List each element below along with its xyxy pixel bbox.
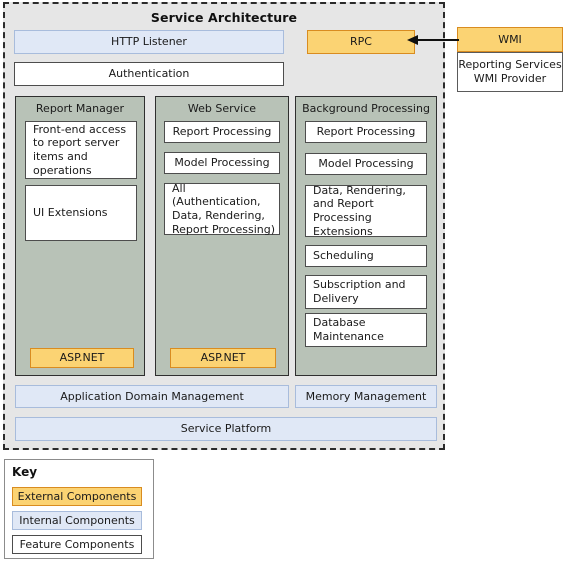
- web-service-footer-label: ASP.NET: [200, 351, 246, 365]
- background-item-label: Data, Rendering, and Report Processing E…: [313, 183, 406, 238]
- background-item-report-processing[interactable]: Report Processing: [305, 121, 427, 143]
- key-item-label: External Components: [17, 490, 137, 503]
- web-service-item-label: Report Processing: [172, 125, 272, 139]
- key-item-label: Internal Components: [19, 514, 135, 527]
- http-listener-box[interactable]: HTTP Listener: [14, 30, 284, 54]
- panel-web-service-title: Web Service: [187, 102, 257, 115]
- wmi-header-label: WMI: [498, 33, 522, 46]
- application-domain-management-box[interactable]: Application Domain Management: [15, 385, 289, 408]
- web-service-item-all-extensions[interactable]: All (Authentication, Data, Rendering, Re…: [164, 181, 280, 236]
- panel-web-service: Web Service Report Processing Model Proc…: [155, 96, 289, 376]
- authentication-label: Authentication: [108, 67, 190, 81]
- web-service-item-label: Model Processing: [174, 156, 270, 170]
- background-item-model-processing[interactable]: Model Processing: [305, 153, 427, 175]
- report-manager-item-label: UI Extensions: [33, 206, 108, 220]
- service-architecture-container: Service Architecture HTTP Listener RPC A…: [3, 2, 445, 450]
- arrow-wmi-to-rpc-icon: [407, 35, 459, 45]
- report-manager-item-front-end-access[interactable]: Front-end access to report server items …: [25, 121, 137, 179]
- background-item-label: Subscription and Delivery: [313, 278, 406, 305]
- rpc-box[interactable]: RPC: [307, 30, 415, 54]
- memory-management-label: Memory Management: [305, 389, 427, 403]
- page-title: Service Architecture: [150, 10, 298, 25]
- background-item-label: Database Maintenance: [313, 316, 384, 343]
- http-listener-label: HTTP Listener: [111, 35, 187, 49]
- panel-background-processing-title: Background Processing: [302, 102, 430, 115]
- wmi-header-box[interactable]: WMI: [457, 27, 563, 52]
- background-item-scheduling[interactable]: Scheduling: [305, 245, 427, 267]
- panel-background-processing: Background Processing Report Processing …: [295, 96, 437, 376]
- web-service-item-label: All (Authentication, Data, Rendering, Re…: [172, 181, 275, 236]
- report-manager-item-ui-extensions[interactable]: UI Extensions: [25, 185, 137, 241]
- wmi-body-box[interactable]: Reporting Services WMI Provider: [457, 52, 563, 92]
- web-service-footer-aspnet[interactable]: ASP.NET: [170, 348, 276, 368]
- panel-report-manager-title: Report Manager: [35, 102, 125, 115]
- key-title: Key: [12, 465, 38, 479]
- report-manager-footer-aspnet[interactable]: ASP.NET: [30, 348, 134, 368]
- wmi-body-label: Reporting Services WMI Provider: [458, 58, 562, 85]
- background-item-label: Model Processing: [318, 157, 414, 171]
- background-item-database-maintenance[interactable]: Database Maintenance: [305, 313, 427, 347]
- background-item-subscription-delivery[interactable]: Subscription and Delivery: [305, 275, 427, 309]
- service-platform-box[interactable]: Service Platform: [15, 417, 437, 441]
- key-item-feature-components: Feature Components: [12, 535, 142, 554]
- service-platform-label: Service Platform: [180, 422, 272, 436]
- key-legend-panel: Key External Components Internal Compone…: [4, 459, 154, 559]
- key-item-label: Feature Components: [19, 538, 135, 551]
- web-service-item-model-processing[interactable]: Model Processing: [164, 152, 280, 174]
- authentication-box[interactable]: Authentication: [14, 62, 284, 86]
- background-item-extensions[interactable]: Data, Rendering, and Report Processing E…: [305, 183, 427, 238]
- rpc-label: RPC: [350, 35, 372, 49]
- panel-report-manager: Report Manager Front-end access to repor…: [15, 96, 145, 376]
- report-manager-footer-label: ASP.NET: [59, 351, 105, 365]
- background-item-label: Scheduling: [313, 249, 374, 263]
- report-manager-item-label: Front-end access to report server items …: [33, 122, 127, 177]
- memory-management-box[interactable]: Memory Management: [295, 385, 437, 408]
- key-item-external-components: External Components: [12, 487, 142, 506]
- application-domain-management-label: Application Domain Management: [60, 389, 244, 403]
- background-item-label: Report Processing: [316, 125, 416, 139]
- web-service-item-report-processing[interactable]: Report Processing: [164, 121, 280, 143]
- wmi-provider-block: WMI Reporting Services WMI Provider: [457, 27, 563, 92]
- key-item-internal-components: Internal Components: [12, 511, 142, 530]
